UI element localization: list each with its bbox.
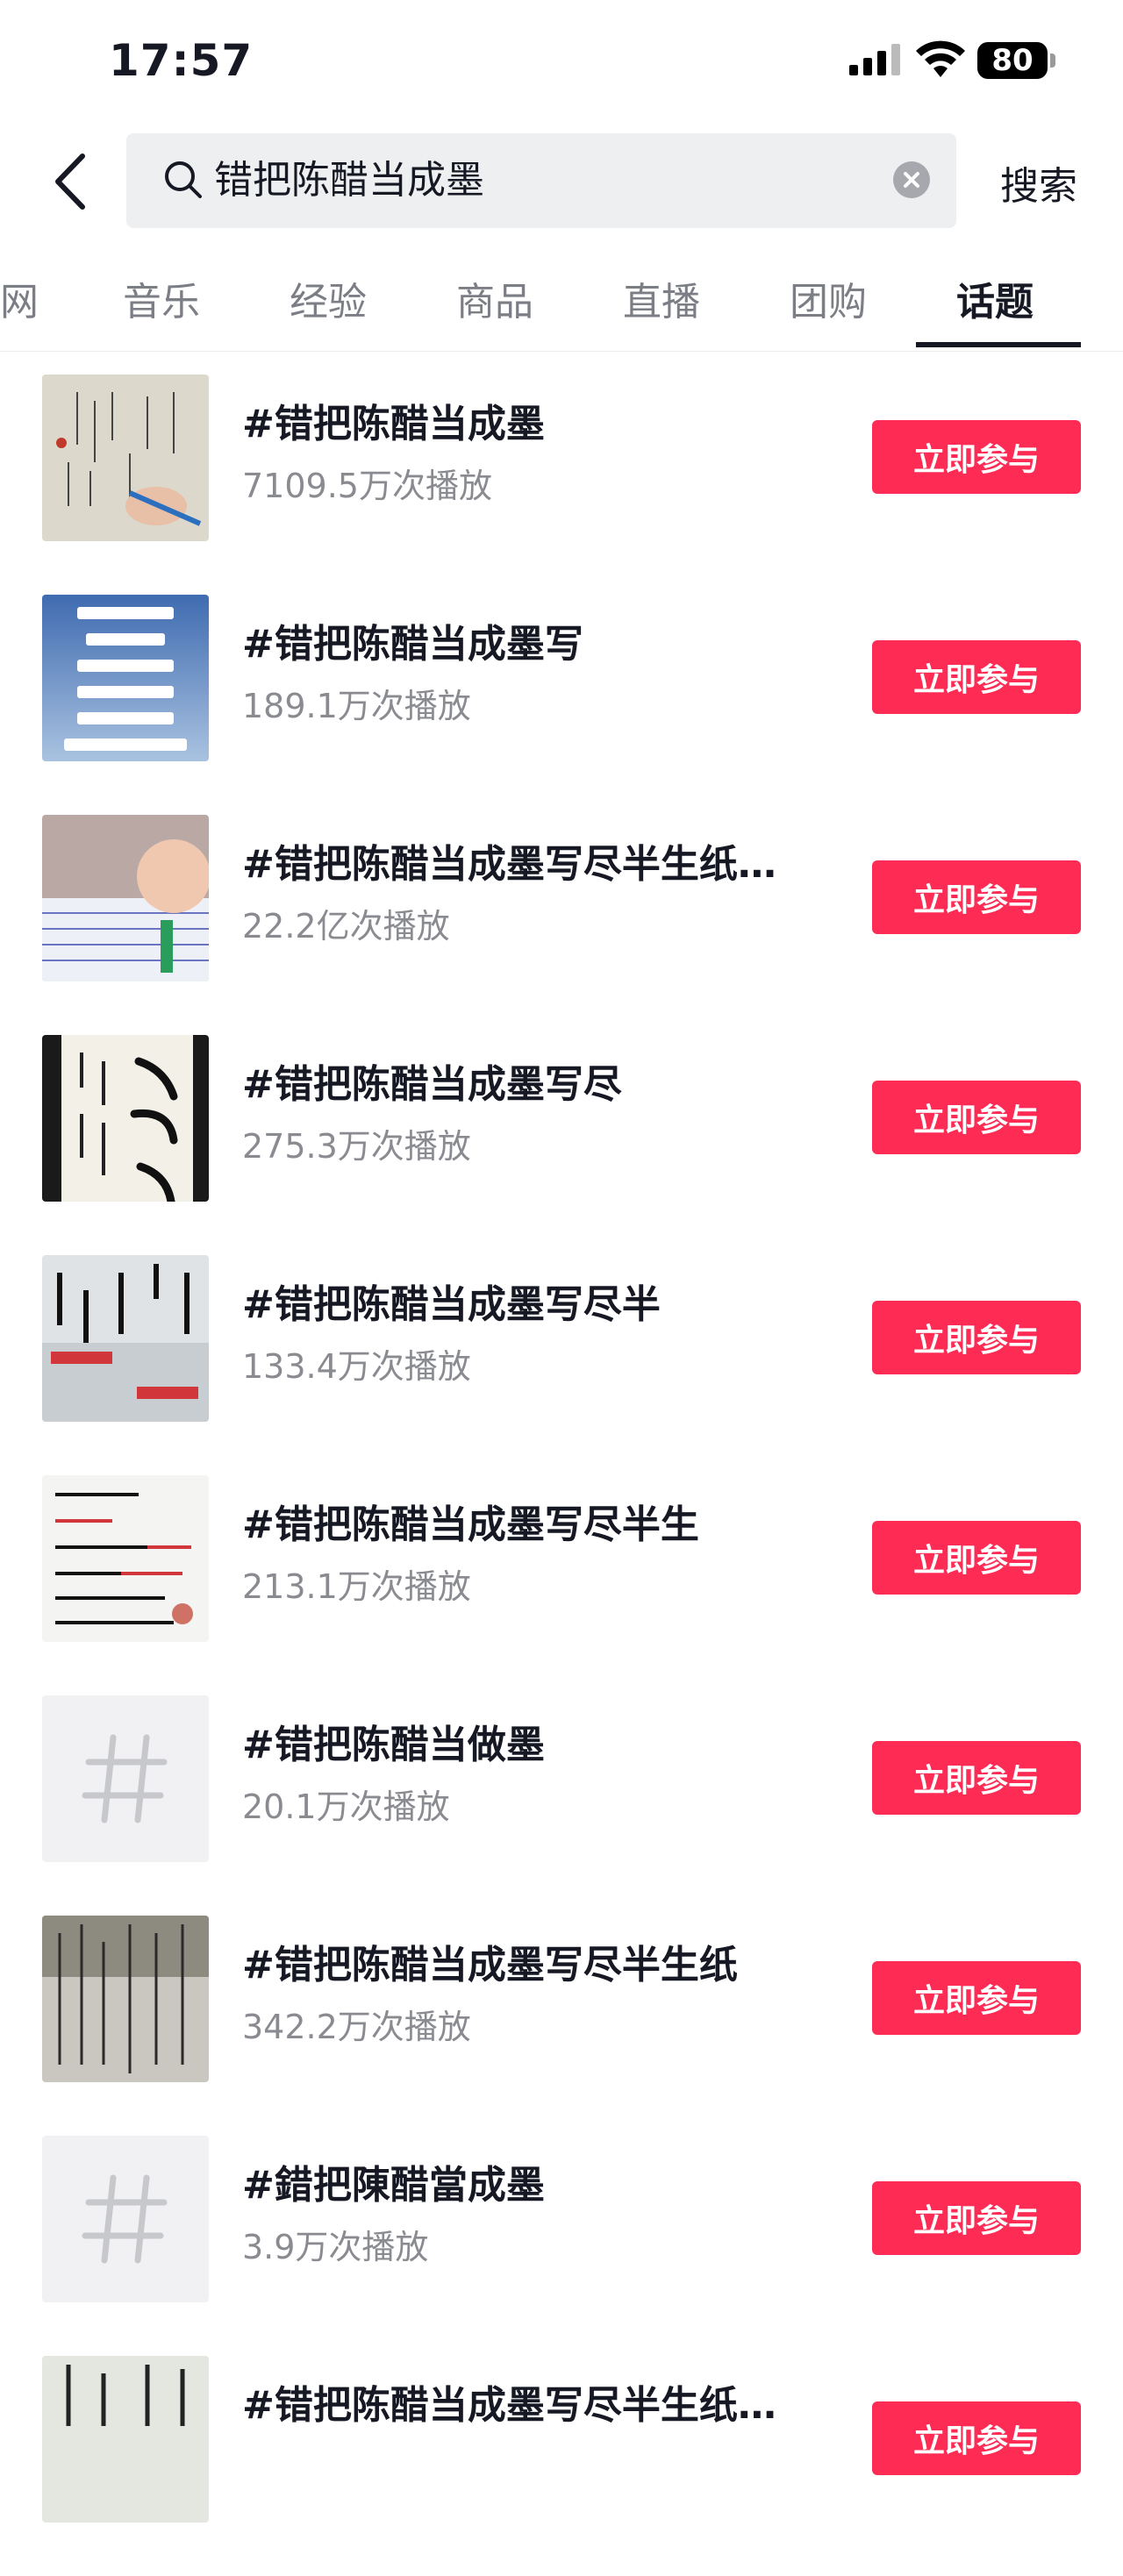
topic-play-count: 133.4万次播放 xyxy=(242,1347,471,1386)
topic-row[interactable]: #错把陈醋当做墨 20.1万次播放 立即参与 xyxy=(0,1695,1123,1916)
topic-row[interactable]: #错把陈醋当成墨写 189.1万次播放 立即参与 xyxy=(0,595,1123,815)
topic-title: #错把陈醋当成墨写尽半生纸 xyxy=(242,1943,738,1987)
topic-thumbnail xyxy=(42,1916,209,2082)
topic-thumbnail xyxy=(42,815,209,981)
wifi-icon xyxy=(916,40,965,77)
join-button[interactable]: 立即参与 xyxy=(872,860,1081,934)
topic-title: #错把陈醋当成墨写 xyxy=(242,622,583,667)
topic-thumbnail xyxy=(42,595,209,761)
back-arrow-icon[interactable] xyxy=(49,151,93,212)
join-button[interactable]: 立即参与 xyxy=(872,640,1081,714)
active-tab-indicator xyxy=(916,342,1081,347)
join-button[interactable]: 立即参与 xyxy=(872,1521,1081,1595)
tab-music[interactable]: 音乐 xyxy=(123,270,200,326)
tab-products[interactable]: 商品 xyxy=(456,270,533,326)
topic-thumbnail xyxy=(42,1035,209,1202)
topic-play-count: 189.1万次播放 xyxy=(242,687,471,725)
topic-title: #错把陈醋当成墨写尽半生 xyxy=(242,1502,699,1547)
join-button[interactable]: 立即参与 xyxy=(872,1081,1081,1154)
topic-play-count: 3.9万次播放 xyxy=(242,2228,429,2266)
join-button[interactable]: 立即参与 xyxy=(872,420,1081,494)
join-button[interactable]: 立即参与 xyxy=(872,1741,1081,1815)
topic-thumbnail xyxy=(42,1255,209,1422)
topic-play-count: 342.2万次播放 xyxy=(242,2008,471,2046)
status-time: 17:57 xyxy=(109,35,254,86)
topic-row[interactable]: #错把陈醋当成墨写尽半生纸… 22.2亿次播放 立即参与 xyxy=(0,815,1123,1035)
topic-thumbnail xyxy=(42,2356,209,2522)
topic-row[interactable]: #错把陈醋当成墨写尽半生纸… 立即参与 xyxy=(0,2356,1123,2576)
topic-row[interactable]: #錯把陳醋當成墨 3.9万次播放 立即参与 xyxy=(0,2136,1123,2356)
search-button[interactable]: 搜索 xyxy=(1000,154,1077,211)
join-button[interactable]: 立即参与 xyxy=(872,2401,1081,2475)
topic-row[interactable]: #错把陈醋当成墨 7109.5万次播放 立即参与 xyxy=(0,375,1123,595)
topic-row[interactable]: #错把陈醋当成墨写尽半生纸 342.2万次播放 立即参与 xyxy=(0,1916,1123,2136)
topic-thumbnail xyxy=(42,375,209,541)
join-button[interactable]: 立即参与 xyxy=(872,1301,1081,1374)
clear-search-icon[interactable] xyxy=(893,161,930,198)
topic-play-count: 213.1万次播放 xyxy=(242,1567,471,1606)
battery-tip xyxy=(1050,54,1055,68)
search-query-text: 错把陈醋当成墨 xyxy=(214,158,484,203)
cellular-signal-icon xyxy=(849,44,900,75)
hashtag-placeholder-icon xyxy=(42,1695,209,1862)
topic-title: #錯把陳醋當成墨 xyxy=(242,2163,545,2208)
topic-play-count: 7109.5万次播放 xyxy=(242,467,492,505)
topic-title: #错把陈醋当成墨 xyxy=(242,402,545,446)
topic-title: #错把陈醋当成墨写尽半生纸… xyxy=(242,2383,776,2428)
join-button[interactable]: 立即参与 xyxy=(872,2181,1081,2255)
tab-experience[interactable]: 经验 xyxy=(290,270,367,326)
topic-play-count: 20.1万次播放 xyxy=(242,1788,450,1826)
topic-row[interactable]: #错把陈醋当成墨写尽半生 213.1万次播放 立即参与 xyxy=(0,1475,1123,1695)
status-bar: 17:57 80 xyxy=(0,0,1123,123)
category-tabs: 网 音乐 经验 商品 直播 团购 话题 xyxy=(0,263,1123,352)
battery-indicator: 80 xyxy=(977,42,1048,79)
tab-topics[interactable]: 话题 xyxy=(956,270,1034,326)
topic-row[interactable]: #错把陈醋当成墨写尽半 133.4万次播放 立即参与 xyxy=(0,1255,1123,1475)
topic-title: #错把陈醋当成墨写尽半 xyxy=(242,1282,661,1327)
topic-title: #错把陈醋当成墨写尽半生纸… xyxy=(242,842,776,887)
tab-live[interactable]: 直播 xyxy=(623,270,700,326)
search-input[interactable]: 错把陈醋当成墨 xyxy=(126,133,956,228)
topic-thumbnail xyxy=(42,1475,209,1642)
search-icon xyxy=(165,161,202,198)
join-button[interactable]: 立即参与 xyxy=(872,1961,1081,2035)
hashtag-placeholder-icon xyxy=(42,2136,209,2302)
tab-web[interactable]: 网 xyxy=(0,270,39,326)
topic-title: #错把陈醋当做墨 xyxy=(242,1723,545,1767)
topic-row[interactable]: #错把陈醋当成墨写尽 275.3万次播放 立即参与 xyxy=(0,1035,1123,1255)
topic-play-count: 22.2亿次播放 xyxy=(242,907,450,945)
topic-title: #错把陈醋当成墨写尽 xyxy=(242,1062,622,1107)
topic-play-count: 275.3万次播放 xyxy=(242,1127,471,1166)
tab-group-buy[interactable]: 团购 xyxy=(790,270,867,326)
